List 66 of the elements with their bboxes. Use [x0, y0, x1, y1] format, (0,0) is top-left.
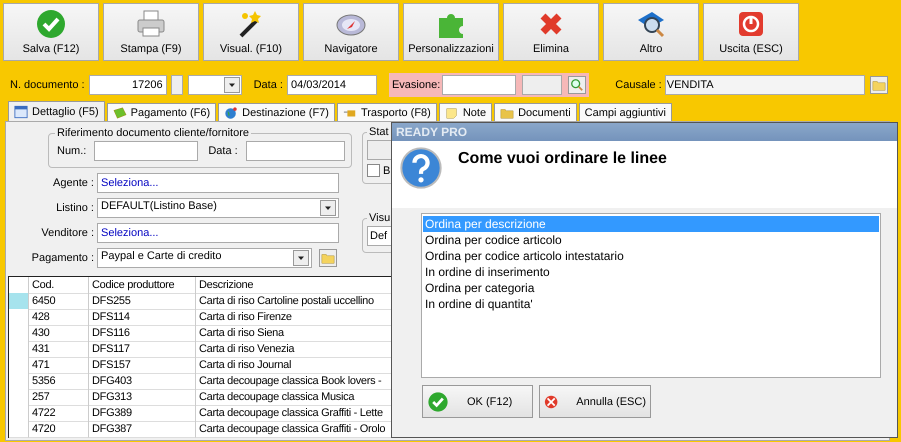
- table-cell: 5356: [29, 373, 89, 390]
- ok-button[interactable]: OK (F12): [422, 385, 533, 418]
- table-cell: DFG403: [89, 373, 196, 390]
- toolbar-button[interactable]: Navigatore: [303, 3, 399, 61]
- tab[interactable]: Pagamento (F6): [106, 103, 216, 121]
- dropdown-field[interactable]: DEFAULT(Listino Base): [97, 198, 339, 218]
- field-label: Data :: [208, 145, 238, 157]
- tab[interactable]: Dettaglio (F5): [8, 101, 105, 121]
- table-cell: DFS117: [89, 341, 196, 358]
- list-option[interactable]: Ordina per categoria: [423, 280, 879, 296]
- dialog-title: READY PRO: [392, 123, 897, 141]
- tab[interactable]: Note: [438, 103, 492, 121]
- toolbar-button[interactable]: Salva (F12): [3, 3, 99, 61]
- list-option[interactable]: Ordina per codice articolo: [423, 232, 879, 248]
- table-cell: 471: [29, 357, 89, 374]
- toolbar-button[interactable]: Stampa (F9): [103, 3, 199, 61]
- group-title: Stat: [368, 126, 390, 138]
- table-cell: DFS114: [89, 309, 196, 326]
- group-title: Riferimento documento cliente/fornitore: [56, 127, 250, 139]
- field-label: Pagamento :: [30, 252, 94, 264]
- table-cell: DFG387: [89, 421, 196, 438]
- toolbar-button[interactable]: Personalizzazioni: [403, 3, 499, 61]
- tab[interactable]: Destinazione (F7): [218, 103, 335, 121]
- field-label: N. documento :: [10, 79, 85, 91]
- field-label: Listino :: [55, 202, 94, 214]
- table-cell: DFG389: [89, 405, 196, 422]
- cancel-button[interactable]: Annulla (ESC): [539, 385, 651, 418]
- field-label: Venditore :: [40, 226, 94, 238]
- toolbar-button[interactable]: Uscita (ESC): [703, 3, 799, 61]
- table-cell: 4722: [29, 405, 89, 422]
- checkbox-label: B: [383, 164, 390, 176]
- toolbar-button[interactable]: Visual. (F10): [203, 3, 299, 61]
- tab[interactable]: Trasporto (F8): [336, 103, 437, 121]
- field-label: Data :: [254, 79, 283, 91]
- view-field[interactable]: Def: [367, 226, 393, 246]
- table-cell: DFS116: [89, 325, 196, 342]
- field-label: Agente :: [52, 176, 94, 188]
- table-cell: 431: [29, 341, 89, 358]
- causale-field[interactable]: VENDITA: [664, 75, 865, 95]
- table-cell: 4720: [29, 421, 89, 438]
- table-cell: 257: [29, 389, 89, 406]
- table-cell: DFS255: [89, 293, 196, 310]
- column-header[interactable]: Codice produttore: [89, 277, 196, 294]
- list-option[interactable]: Ordina per codice articolo intestatario: [423, 248, 879, 264]
- column-header[interactable]: Cod.: [29, 277, 89, 294]
- toolbar-button[interactable]: Altro: [603, 3, 699, 61]
- table-cell: DFS157: [89, 357, 196, 374]
- table-cell: 428: [29, 309, 89, 326]
- tab[interactable]: Documenti: [494, 103, 577, 121]
- toolbar-button[interactable]: Elimina: [503, 3, 599, 61]
- group-title: Visu: [368, 212, 392, 224]
- field-label: Num.:: [57, 145, 86, 157]
- list-option[interactable]: In ordine di quantita': [423, 296, 879, 312]
- dropdown-field[interactable]: Paypal e Carte di credito: [97, 248, 312, 268]
- table-cell: DFG313: [89, 389, 196, 406]
- table-cell: 6450: [29, 293, 89, 310]
- selection-field[interactable]: Seleziona...: [97, 222, 339, 242]
- date-field[interactable]: 04/03/2014: [286, 75, 377, 95]
- tab[interactable]: Campi aggiuntivi: [578, 103, 672, 121]
- dialog-message: Come vuoi ordinare le linee: [458, 150, 667, 169]
- field-label: Causale :: [615, 79, 662, 91]
- list-option[interactable]: In ordine di inserimento: [423, 264, 879, 280]
- selection-field[interactable]: Seleziona...: [97, 172, 339, 192]
- table-cell: 430: [29, 325, 89, 342]
- field-label: Evasione:: [392, 79, 440, 91]
- document-number-field[interactable]: 17206: [88, 75, 167, 95]
